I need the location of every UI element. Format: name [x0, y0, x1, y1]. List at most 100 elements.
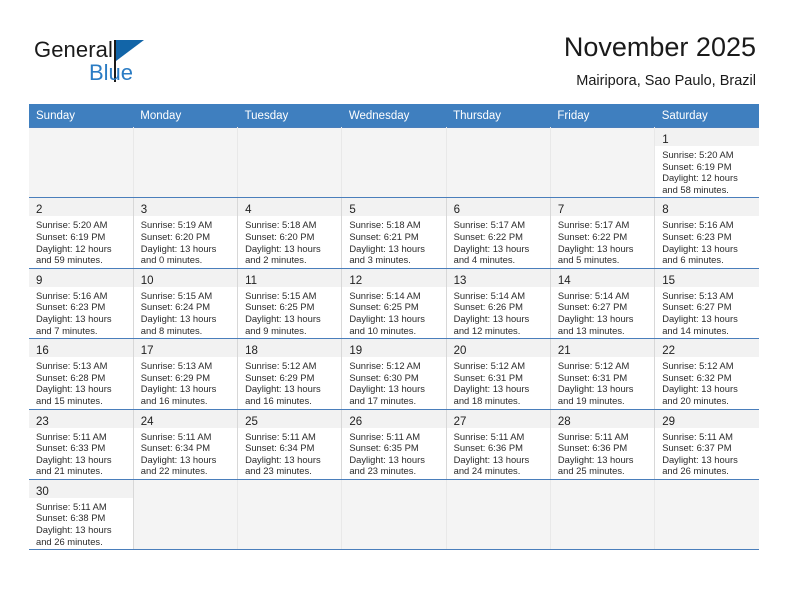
- daylight-text-line1: Daylight: 13 hours: [140, 383, 217, 395]
- day-number-band: [133, 128, 238, 146]
- day-details: Sunrise: 5:12 AM Sunset: 6:29 PM Daylight:…: [238, 357, 341, 408]
- day-number: 4: [245, 204, 252, 217]
- sunrise-text: Sunrise: 5:11 AM: [140, 430, 212, 442]
- daylight-text-line1: Daylight: 13 hours: [662, 312, 738, 324]
- day-number-band: 12: [342, 268, 446, 287]
- day-details: Sunrise: 5:17 AM Sunset: 6:22 PM Daylight:…: [551, 216, 654, 267]
- day-number: 1: [662, 134, 669, 146]
- day-number: 13: [453, 274, 467, 287]
- sunset-text: Sunset: 6:38 PM: [36, 512, 106, 524]
- blue-triangle-flag-icon: [116, 40, 144, 61]
- calendar-day-cell[interactable]: 21 Sunrise: 5:12 AM Sunset: 6:31 PM Dayligh…: [549, 338, 656, 410]
- daylight-text-line1: Daylight: 13 hours: [453, 453, 530, 465]
- day-details: Sunrise: 5:11 AM Sunset: 6:34 PM Daylight:…: [134, 428, 237, 479]
- day-number-band: 6: [446, 198, 550, 217]
- day-number-band: [655, 479, 759, 498]
- calendar-day-cell[interactable]: 14 Sunrise: 5:14 AM Sunset: 6:27 PM Dayligh…: [549, 267, 656, 340]
- calendar-day-cell[interactable]: 10 Sunrise: 5:15 AM Sunset: 6:24 PM Dayligh…: [132, 267, 239, 340]
- daylight-text-line1: Daylight: 13 hours: [36, 524, 112, 536]
- calendar-day-cell[interactable]: 17 Sunrise: 5:13 AM Sunset: 6:29 PM Dayligh…: [132, 338, 239, 410]
- sunset-text: Sunset: 6:21 PM: [349, 230, 419, 242]
- sunrise-text: Sunrise: 5:14 AM: [349, 289, 421, 301]
- calendar-day-cell[interactable]: 6 Sunrise: 5:17 AM Sunset: 6:22 PM Daylight…: [445, 197, 551, 269]
- weekday-header-tuesday: Tuesday: [237, 104, 342, 128]
- sunrise-text: Sunrise: 5:12 AM: [245, 360, 317, 372]
- calendar-day-cell[interactable]: 1 Sunrise: 5:20 AM Sunset: 6:19 PM Daylight…: [654, 126, 759, 199]
- calendar-day-cell[interactable]: 8 Sunrise: 5:16 AM Sunset: 6:23 PM Daylight…: [654, 197, 759, 269]
- daylight-text-line1: Daylight: 13 hours: [662, 453, 738, 465]
- daylight-text-line2: and 0 minutes.: [140, 254, 203, 266]
- sunset-text: Sunset: 6:32 PM: [662, 371, 732, 383]
- sunset-text: Sunset: 6:37 PM: [662, 442, 732, 454]
- calendar-day-cell[interactable]: 28 Sunrise: 5:11 AM Sunset: 6:36 PM Dayligh…: [549, 408, 656, 480]
- calendar-day-cell[interactable]: 7 Sunrise: 5:17 AM Sunset: 6:22 PM Daylight…: [549, 197, 656, 269]
- calendar-day-cell[interactable]: 5 Sunrise: 5:18 AM Sunset: 6:21 PM Daylight…: [341, 197, 447, 269]
- calendar-day-cell[interactable]: 25 Sunrise: 5:11 AM Sunset: 6:34 PM Dayligh…: [237, 408, 343, 480]
- daylight-text-line1: Daylight: 13 hours: [557, 242, 634, 254]
- sunset-text: Sunset: 6:22 PM: [557, 230, 628, 242]
- sunrise-text: Sunrise: 5:18 AM: [245, 219, 317, 231]
- daylight-text-line1: Daylight: 13 hours: [349, 242, 425, 254]
- sunset-text: Sunset: 6:19 PM: [36, 230, 106, 242]
- day-number-band: 19: [342, 339, 446, 358]
- calendar-day-cell[interactable]: 26 Sunrise: 5:11 AM Sunset: 6:35 PM Dayligh…: [341, 408, 447, 480]
- day-number-band: 10: [133, 268, 238, 287]
- calendar-day-cell[interactable]: 9 Sunrise: 5:16 AM Sunset: 6:23 PM Daylight…: [29, 267, 134, 340]
- day-number: 11: [245, 274, 258, 287]
- day-number: 14: [557, 274, 571, 287]
- calendar-week-row: 23 Sunrise: 5:11 AM Sunset: 6:33 PM Dayligh…: [29, 408, 759, 480]
- sunset-text: Sunset: 6:33 PM: [36, 442, 106, 454]
- calendar-day-cell[interactable]: 22 Sunrise: 5:12 AM Sunset: 6:32 PM Dayligh…: [654, 338, 759, 410]
- day-details: Sunrise: 5:18 AM Sunset: 6:21 PM Daylight:…: [342, 216, 445, 267]
- calendar-day-cell[interactable]: 3 Sunrise: 5:19 AM Sunset: 6:20 PM Daylight…: [132, 197, 239, 269]
- calendar-day-cell[interactable]: 19 Sunrise: 5:12 AM Sunset: 6:30 PM Dayligh…: [341, 338, 447, 410]
- general-blue-logo[interactable]: General Blue: [34, 38, 234, 88]
- sunrise-text: Sunrise: 5:14 AM: [453, 289, 526, 301]
- sunrise-text: Sunrise: 5:12 AM: [349, 360, 421, 372]
- daylight-text-line2: and 14 minutes.: [662, 324, 729, 336]
- calendar-day-cell[interactable]: 15 Sunrise: 5:13 AM Sunset: 6:27 PM Dayligh…: [654, 267, 759, 340]
- sunrise-text: Sunrise: 5:12 AM: [557, 360, 630, 372]
- calendar-day-cell[interactable]: 2 Sunrise: 5:20 AM Sunset: 6:19 PM Daylight…: [29, 197, 134, 269]
- daylight-text-line2: and 9 minutes.: [245, 324, 307, 336]
- sunrise-text: Sunrise: 5:13 AM: [140, 360, 213, 372]
- daylight-text-line1: Daylight: 13 hours: [245, 453, 321, 465]
- calendar-week-row: 9 Sunrise: 5:16 AM Sunset: 6:23 PM Daylight…: [29, 267, 759, 340]
- day-number-band: [550, 128, 655, 146]
- day-number-band: [238, 479, 342, 498]
- weekday-header-friday: Friday: [550, 104, 655, 128]
- calendar-day-cell[interactable]: 13 Sunrise: 5:14 AM Sunset: 6:26 PM Dayligh…: [445, 267, 551, 340]
- day-details: Sunrise: 5:16 AM Sunset: 6:23 PM Daylight:…: [655, 216, 759, 267]
- day-details: Sunrise: 5:19 AM Sunset: 6:20 PM Daylight:…: [134, 216, 237, 267]
- calendar-day-cell[interactable]: 23 Sunrise: 5:11 AM Sunset: 6:33 PM Dayligh…: [29, 408, 134, 480]
- daylight-text-line2: and 17 minutes.: [349, 394, 417, 406]
- day-details: Sunrise: 5:14 AM Sunset: 6:25 PM Daylight:…: [342, 287, 445, 338]
- day-details: Sunrise: 5:13 AM Sunset: 6:29 PM Daylight:…: [134, 357, 237, 408]
- calendar-day-cell[interactable]: 16 Sunrise: 5:13 AM Sunset: 6:28 PM Dayligh…: [29, 338, 134, 410]
- calendar-day-cell[interactable]: 27 Sunrise: 5:11 AM Sunset: 6:36 PM Dayligh…: [445, 408, 551, 480]
- calendar-day-cell[interactable]: 11 Sunrise: 5:15 AM Sunset: 6:25 PM Dayligh…: [237, 267, 343, 340]
- daylight-text-line1: Daylight: 13 hours: [140, 242, 217, 254]
- day-number-band: 29: [655, 409, 759, 428]
- calendar-day-cell[interactable]: 29 Sunrise: 5:11 AM Sunset: 6:37 PM Dayligh…: [654, 408, 759, 480]
- calendar-day-cell[interactable]: 12 Sunrise: 5:14 AM Sunset: 6:25 PM Dayligh…: [341, 267, 447, 340]
- sunset-text: Sunset: 6:31 PM: [453, 371, 523, 383]
- sunset-text: Sunset: 6:20 PM: [140, 230, 211, 242]
- calendar-day-cell[interactable]: 20 Sunrise: 5:12 AM Sunset: 6:31 PM Dayligh…: [445, 338, 551, 410]
- sunset-text: Sunset: 6:23 PM: [662, 230, 732, 242]
- calendar-day-cell[interactable]: 4 Sunrise: 5:18 AM Sunset: 6:20 PM Daylight…: [237, 197, 343, 269]
- sunrise-text: Sunrise: 5:17 AM: [557, 219, 630, 231]
- daylight-text-line2: and 8 minutes.: [140, 324, 203, 336]
- daylight-text-line2: and 25 minutes.: [557, 465, 625, 477]
- daylight-text-line1: Daylight: 13 hours: [245, 383, 321, 395]
- sunrise-text: Sunrise: 5:19 AM: [140, 219, 213, 231]
- daylight-text-line1: Daylight: 13 hours: [557, 453, 634, 465]
- day-number: 5: [349, 204, 356, 217]
- daylight-text-line2: and 4 minutes.: [453, 254, 516, 266]
- day-number: 26: [349, 415, 363, 428]
- calendar-day-cell[interactable]: 24 Sunrise: 5:11 AM Sunset: 6:34 PM Dayligh…: [132, 408, 239, 480]
- calendar-day-cell[interactable]: 30 Sunrise: 5:11 AM Sunset: 6:38 PM Dayligh…: [29, 478, 134, 551]
- calendar-day-cell[interactable]: 18 Sunrise: 5:12 AM Sunset: 6:29 PM Dayligh…: [237, 338, 343, 410]
- sunrise-text: Sunrise: 5:11 AM: [557, 430, 629, 442]
- day-number: 29: [662, 415, 675, 428]
